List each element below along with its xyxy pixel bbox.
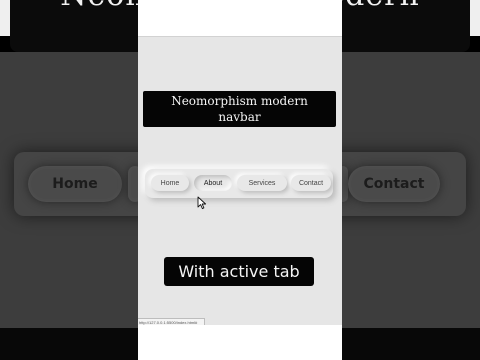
nav-tab-home-label: Home <box>160 179 180 187</box>
nav-tab-contact-label: Contact <box>298 179 324 187</box>
nav-tab-contact[interactable]: Contact <box>291 175 331 191</box>
neomorphic-navbar: Home About Services Contact <box>145 169 333 198</box>
title-line-1: Neomorphism modern <box>171 94 308 108</box>
background-tab-home-label: Home <box>52 176 98 192</box>
subtitle-text: With active tab <box>178 262 300 281</box>
title-line-2: navbar <box>218 110 261 124</box>
nav-tab-about[interactable]: About <box>194 175 232 191</box>
mouse-pointer-icon <box>197 196 207 210</box>
background-tab-home: Home <box>28 166 122 202</box>
subtitle-caption: With active tab <box>164 257 314 286</box>
video-frame: Neomorphism modern Home Contact Neomorph… <box>0 0 480 360</box>
browser-viewport: Neomorphism modern navbar Home About Ser… <box>138 36 342 326</box>
nav-tab-services[interactable]: Services <box>237 175 287 191</box>
nav-tab-services-label: Services <box>248 179 276 187</box>
phone-screenshot: Neomorphism modern navbar Home About Ser… <box>138 0 342 360</box>
nav-tab-about-label: About <box>203 179 223 187</box>
title-caption: Neomorphism modern navbar <box>143 91 336 127</box>
nav-tab-home[interactable]: Home <box>151 175 189 191</box>
phone-bottom-bar <box>138 325 342 360</box>
background-tab-contact-label: Contact <box>363 176 425 192</box>
phone-top-bar <box>138 0 342 36</box>
background-tab-contact: Contact <box>348 166 440 202</box>
